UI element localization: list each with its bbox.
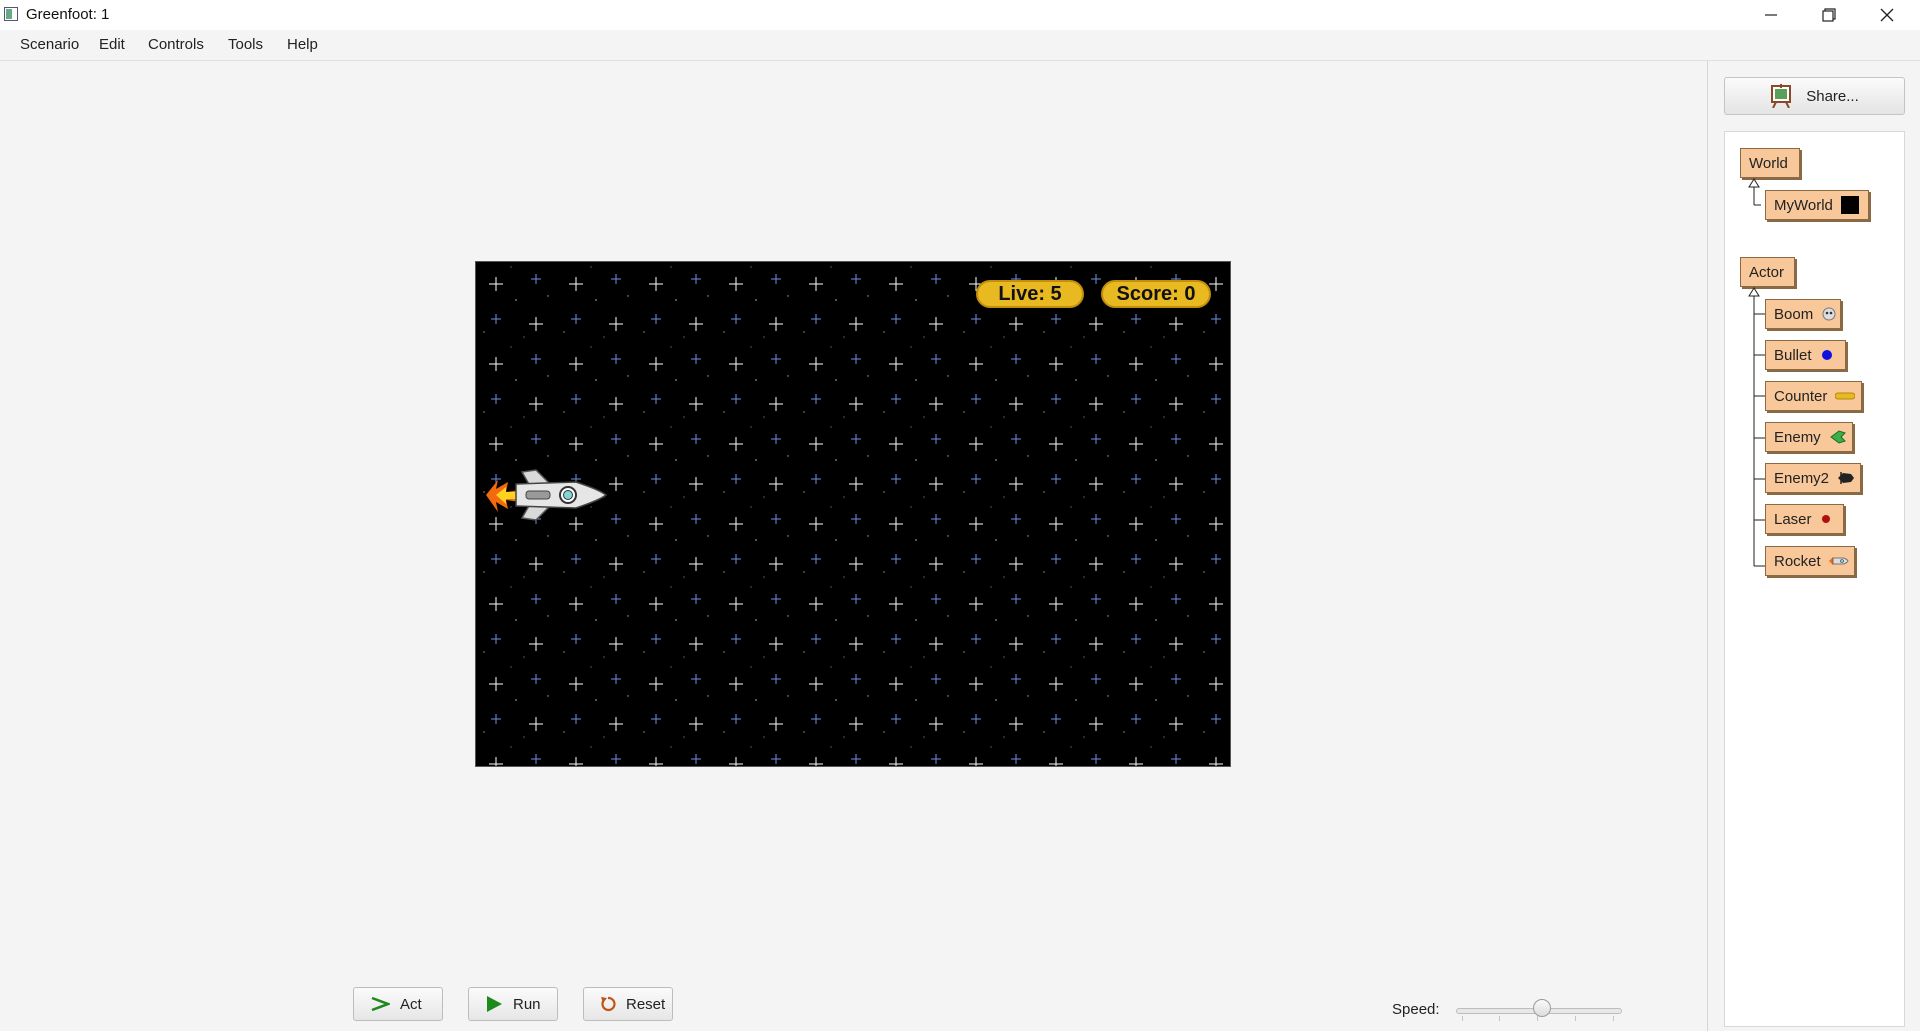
share-button[interactable]: Share... xyxy=(1724,77,1905,115)
score-counter: Score: 0 xyxy=(1101,280,1211,308)
menu-scenario[interactable]: Scenario xyxy=(20,36,79,53)
class-enemy2-label: Enemy2 xyxy=(1774,469,1830,487)
class-myworld-label: MyWorld xyxy=(1774,196,1833,214)
menu-edit[interactable]: Edit xyxy=(99,36,125,53)
rocket-icon xyxy=(1828,557,1849,565)
act-button[interactable]: Act xyxy=(353,987,443,1021)
class-enemy[interactable]: Enemy xyxy=(1765,422,1853,452)
class-rocket-label: Rocket xyxy=(1774,552,1821,570)
class-counter[interactable]: Counter xyxy=(1765,381,1862,411)
run-button[interactable]: Run xyxy=(468,987,558,1021)
share-icon xyxy=(1771,84,1792,108)
title-bar: Greenfoot: 1 xyxy=(0,0,1920,30)
class-boom[interactable]: Boom xyxy=(1765,299,1841,329)
slider-tick xyxy=(1575,1016,1576,1021)
blue-dot-icon xyxy=(1821,350,1832,360)
slider-tick xyxy=(1613,1016,1614,1021)
class-actor-label: Actor xyxy=(1749,263,1785,281)
yellow-bar-icon xyxy=(1835,392,1856,400)
menu-tools[interactable]: Tools xyxy=(228,36,263,53)
red-dot-icon xyxy=(1821,515,1830,523)
slider-tick xyxy=(1499,1016,1500,1021)
menu-controls[interactable]: Controls xyxy=(148,36,204,53)
class-enemy2[interactable]: Enemy2 xyxy=(1765,463,1861,493)
share-label: Share... xyxy=(1806,87,1859,105)
menu-help[interactable]: Help xyxy=(287,36,318,53)
class-enemy-label: Enemy xyxy=(1774,428,1821,446)
slider-tick xyxy=(1462,1016,1463,1021)
black-square-icon xyxy=(1840,196,1859,214)
run-label: Run xyxy=(513,995,541,1013)
reset-label: Reset xyxy=(626,995,666,1013)
dark-ship-icon xyxy=(1838,472,1855,484)
class-world-label: World xyxy=(1749,154,1788,172)
slider-tick xyxy=(1537,1016,1538,1021)
class-myworld[interactable]: MyWorld xyxy=(1765,190,1869,220)
panel-divider xyxy=(1707,61,1708,1031)
maximize-icon xyxy=(1822,8,1836,22)
world-canvas[interactable]: Live: 5 Score: 0 xyxy=(475,261,1231,767)
greenfoot-app-icon xyxy=(4,7,18,21)
close-icon xyxy=(1880,8,1894,22)
class-rocket[interactable]: Rocket xyxy=(1765,546,1855,576)
menu-bar: Scenario Edit Controls Tools Help xyxy=(0,30,1920,61)
class-world[interactable]: World xyxy=(1740,148,1800,178)
inheritance-arrow-icon xyxy=(1748,178,1761,206)
speed-label: Speed: xyxy=(1392,1001,1440,1018)
minimize-button[interactable] xyxy=(1742,0,1800,30)
rocket-actor[interactable] xyxy=(484,462,610,528)
score-text: Score: 0 xyxy=(1116,282,1196,305)
speed-slider-thumb[interactable] xyxy=(1533,999,1552,1017)
reset-icon xyxy=(601,996,616,1012)
reset-button[interactable]: Reset xyxy=(583,987,673,1021)
window-title: Greenfoot: 1 xyxy=(26,6,110,23)
maximize-button[interactable] xyxy=(1800,0,1858,30)
explosion-icon xyxy=(1822,307,1836,321)
class-bullet[interactable]: Bullet xyxy=(1765,340,1846,370)
close-button[interactable] xyxy=(1858,0,1916,30)
act-icon xyxy=(371,996,390,1012)
class-boom-label: Boom xyxy=(1774,305,1814,323)
actor-inheritance-lines xyxy=(1748,287,1765,567)
class-laser[interactable]: Laser xyxy=(1765,504,1844,534)
class-actor[interactable]: Actor xyxy=(1740,257,1795,287)
class-laser-label: Laser xyxy=(1774,510,1812,528)
lives-counter: Live: 5 xyxy=(976,280,1084,308)
act-label: Act xyxy=(400,995,422,1013)
green-ship-icon xyxy=(1829,430,1846,444)
class-counter-label: Counter xyxy=(1774,387,1828,405)
run-icon xyxy=(487,996,502,1012)
class-bullet-label: Bullet xyxy=(1774,346,1812,364)
lives-text: Live: 5 xyxy=(998,282,1062,305)
minimize-icon xyxy=(1765,14,1777,16)
